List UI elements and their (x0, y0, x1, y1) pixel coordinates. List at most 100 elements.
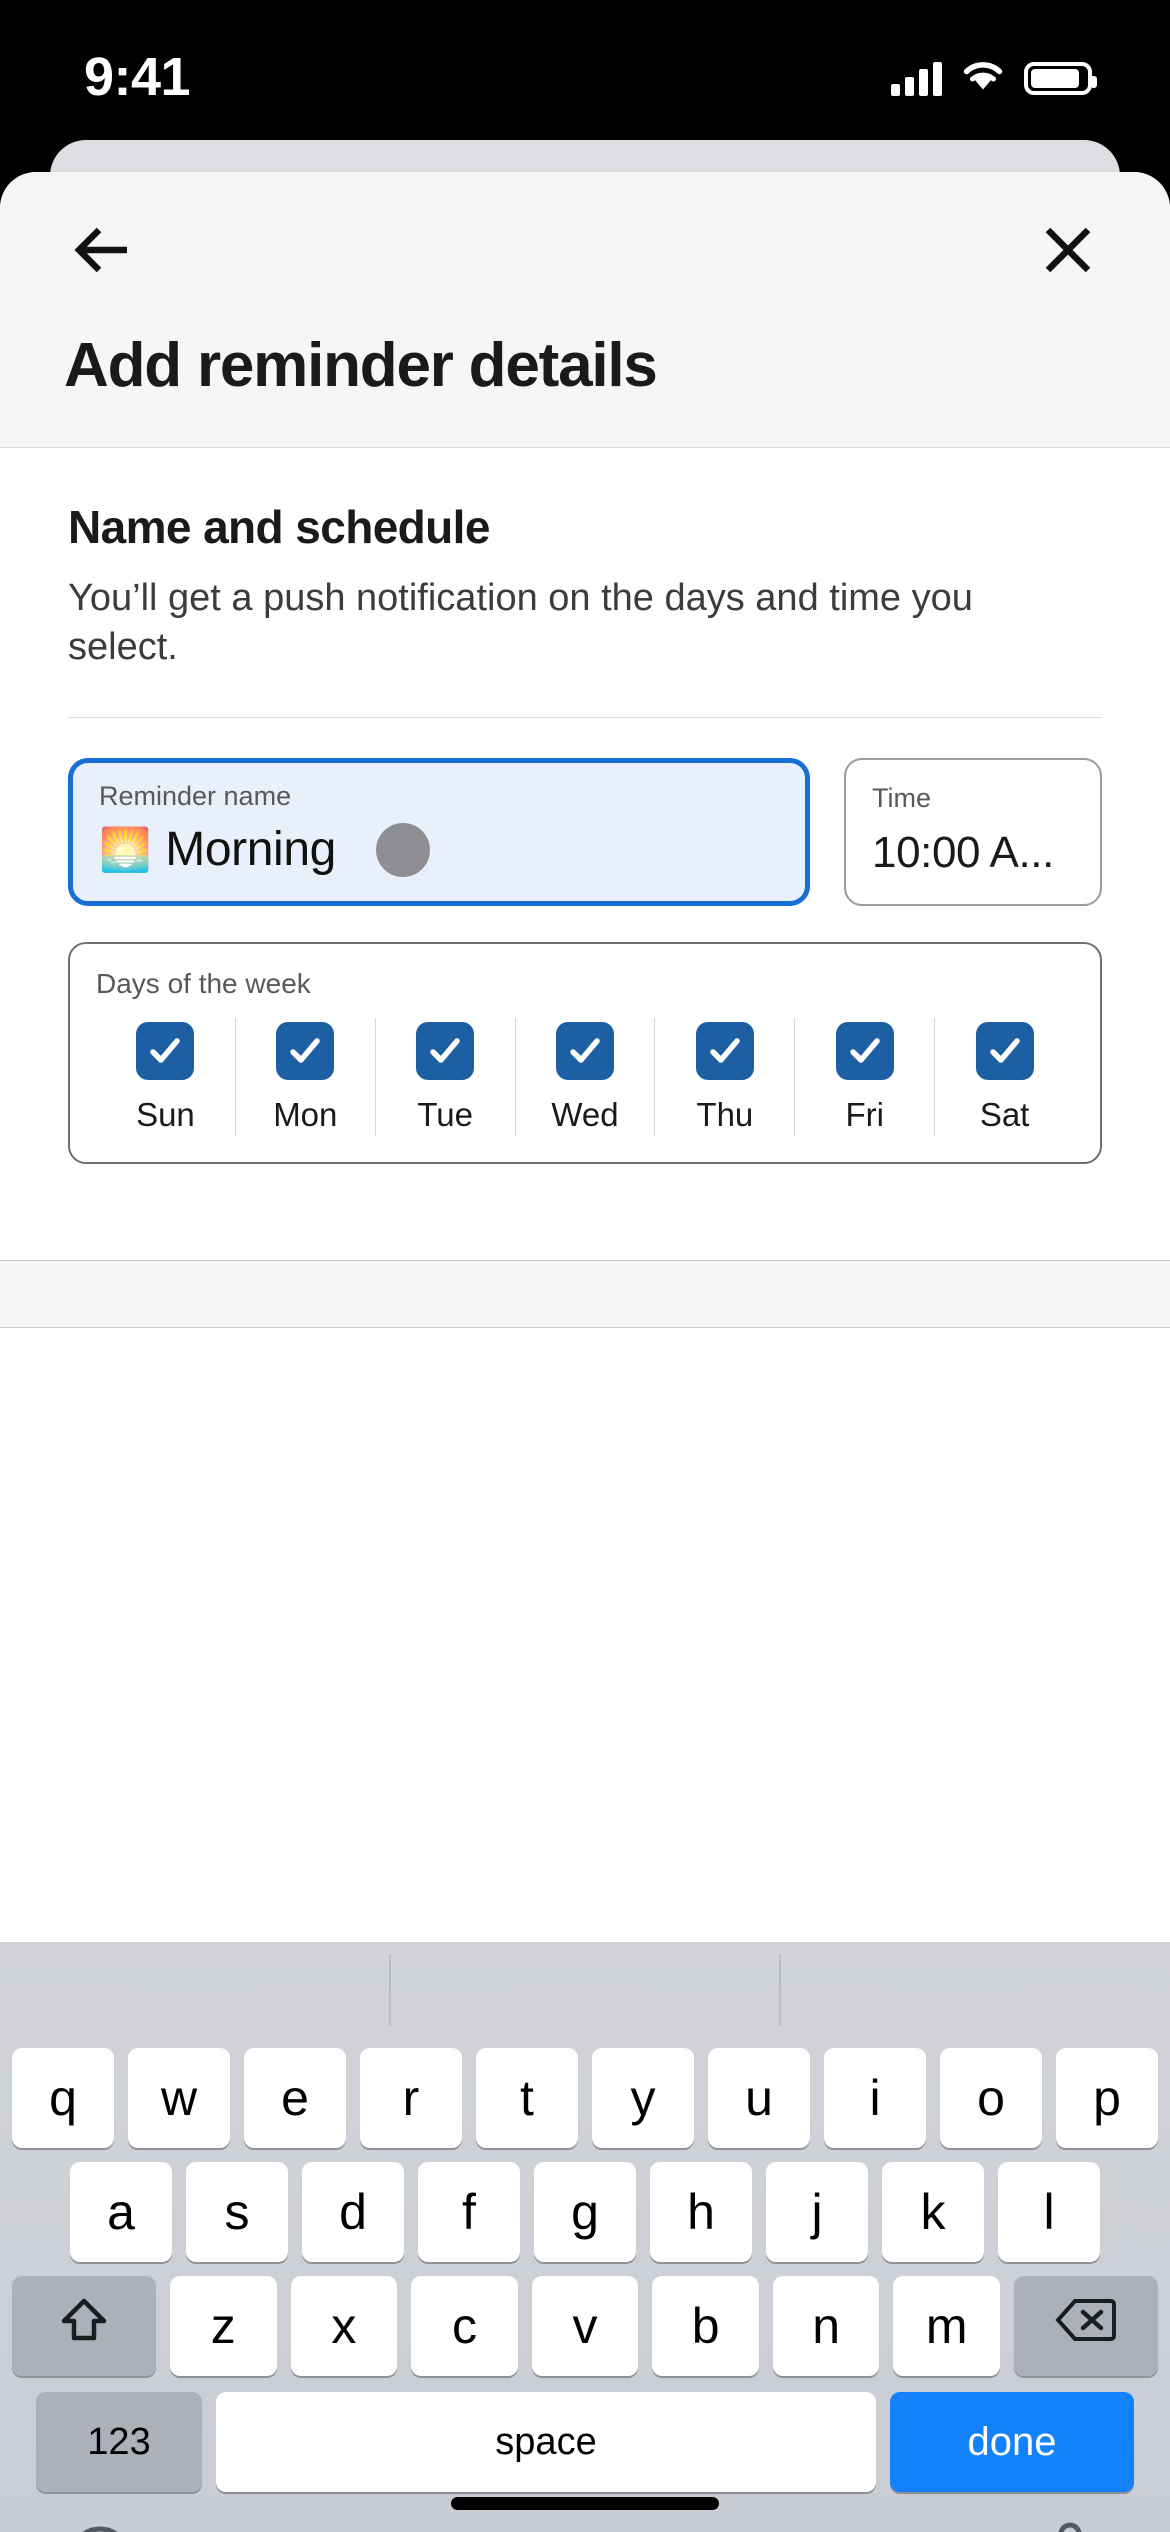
key-t[interactable]: t (476, 2048, 578, 2148)
emoji-key[interactable] (62, 2520, 138, 2532)
key-k[interactable]: k (882, 2162, 984, 2262)
dictation-key[interactable] (1032, 2520, 1108, 2532)
software-keyboard: qwertyuiop asdfghjkl zxcvbnm 123 space d… (0, 1942, 1170, 2532)
checkbox-checked-icon (136, 1022, 195, 1081)
delete-backspace-icon (1055, 2296, 1117, 2356)
toolbar-band (0, 1260, 1170, 1329)
day-label: Sat (979, 1096, 1030, 1134)
key-p[interactable]: p (1056, 2048, 1158, 2148)
status-bar: 9:41 (0, 0, 1170, 140)
close-button[interactable] (1030, 212, 1106, 288)
checkbox-checked-icon (416, 1022, 475, 1081)
header-actions (64, 212, 1106, 288)
content-gap (0, 1164, 1170, 1261)
delete-key[interactable] (1014, 2276, 1158, 2376)
key-v[interactable]: v (531, 2276, 639, 2376)
reminder-name-value: Morning (165, 823, 336, 877)
key-i[interactable]: i (824, 2048, 926, 2148)
keyboard-row-3: zxcvbnm (0, 2274, 1170, 2378)
key-o[interactable]: o (940, 2048, 1042, 2148)
days-of-week-field: Days of the week Sun Mon Tue Wed Thu Fri Sat (68, 942, 1102, 1165)
key-u[interactable]: u (708, 2048, 810, 2148)
time-value: 10:00 A... (872, 827, 1054, 877)
space-key[interactable]: space (216, 2392, 876, 2492)
checkbox-checked-icon (975, 1022, 1034, 1081)
day-toggle-tue[interactable]: Tue (374, 1018, 515, 1137)
keyboard-row-4: 123 space done (0, 2390, 1170, 2494)
sunrise-emoji-icon: 🌅 (99, 825, 152, 873)
page-title: Add reminder details (64, 331, 658, 400)
day-label: Fri (845, 1096, 884, 1134)
key-c[interactable]: c (411, 2276, 518, 2376)
day-toggle-thu[interactable]: Thu (654, 1018, 794, 1137)
keyboard-letters-row-3: zxcvbnm (170, 2276, 1001, 2376)
day-toggle-wed[interactable]: Wed (514, 1018, 655, 1137)
day-toggle-fri[interactable]: Fri (794, 1018, 934, 1137)
key-s[interactable]: s (186, 2162, 288, 2262)
keyboard-row-1: qwertyuiop (0, 2046, 1170, 2150)
day-label: Sun (136, 1096, 195, 1134)
microphone-icon (1041, 2520, 1099, 2532)
key-b[interactable]: b (652, 2276, 759, 2376)
fields-row: Reminder name 🌅 Morning Time 10:00 A... (68, 758, 1102, 907)
time-label: Time (872, 782, 931, 813)
battery-icon (1024, 61, 1097, 95)
day-label: Tue (417, 1096, 473, 1134)
checkbox-checked-icon (276, 1022, 335, 1081)
key-m[interactable]: m (893, 2276, 1001, 2376)
back-arrow-icon (71, 224, 133, 276)
key-l[interactable]: l (998, 2162, 1100, 2262)
day-label: Wed (551, 1096, 619, 1134)
key-g[interactable]: g (534, 2162, 636, 2262)
shift-key[interactable] (12, 2276, 156, 2376)
key-f[interactable]: f (418, 2162, 520, 2262)
key-n[interactable]: n (772, 2276, 880, 2376)
days-of-week-label: Days of the week (96, 968, 311, 1000)
back-button[interactable] (64, 212, 140, 288)
key-x[interactable]: x (290, 2276, 398, 2376)
emoji-smiley-icon (65, 2523, 135, 2532)
day-label: Thu (696, 1096, 754, 1134)
cellular-bars-icon (891, 60, 942, 96)
sheet-header: Add reminder details (0, 172, 1170, 448)
section-heading: Name and schedule (68, 501, 490, 553)
divider (68, 717, 1102, 719)
key-w[interactable]: w (128, 2048, 230, 2148)
day-toggle-sun[interactable]: Sun (96, 1018, 235, 1136)
close-x-icon (1040, 222, 1096, 278)
touch-indicator-dot (375, 822, 430, 877)
home-indicator (451, 2497, 719, 2510)
reminder-details-sheet: Add reminder details Name and schedule Y… (0, 172, 1170, 1942)
key-j[interactable]: j (766, 2162, 868, 2262)
key-q[interactable]: q (12, 2048, 114, 2148)
key-y[interactable]: y (592, 2048, 694, 2148)
key-a[interactable]: a (70, 2162, 172, 2262)
keyboard-row-2: asdfghjkl (0, 2160, 1170, 2264)
sheet-body: Name and schedule You’ll get a push noti… (0, 448, 1170, 1165)
phone-screen: 9:41 Add reminder details Name and sched… (0, 0, 1170, 2532)
time-picker-button[interactable]: Time 10:00 A... (844, 758, 1102, 907)
day-label: Mon (273, 1096, 338, 1134)
day-toggle-sat[interactable]: Sat (934, 1018, 1074, 1137)
reminder-name-value-row: 🌅 Morning (99, 822, 779, 877)
key-r[interactable]: r (360, 2048, 462, 2148)
key-e[interactable]: e (244, 2048, 346, 2148)
predictive-suggestion-bar[interactable] (0, 1942, 1170, 2046)
done-key[interactable]: done (890, 2392, 1134, 2492)
reminder-name-label: Reminder name (99, 781, 292, 812)
suggestion-divider (779, 1954, 781, 2026)
key-h[interactable]: h (650, 2162, 752, 2262)
suggestion-divider (389, 1954, 391, 2026)
checkbox-checked-icon (835, 1022, 894, 1081)
reminder-name-input[interactable]: Reminder name 🌅 Morning (68, 758, 810, 907)
wifi-icon (960, 59, 1006, 98)
status-icons (891, 59, 1097, 98)
key-d[interactable]: d (302, 2162, 404, 2262)
day-toggle-mon[interactable]: Mon (234, 1018, 375, 1137)
shift-arrow-icon (58, 2294, 110, 2358)
numbers-key[interactable]: 123 (36, 2392, 202, 2492)
status-time: 9:41 (84, 47, 191, 107)
key-z[interactable]: z (170, 2276, 277, 2376)
checkbox-checked-icon (556, 1022, 614, 1081)
toolbar-band-gap (0, 1328, 1170, 1407)
